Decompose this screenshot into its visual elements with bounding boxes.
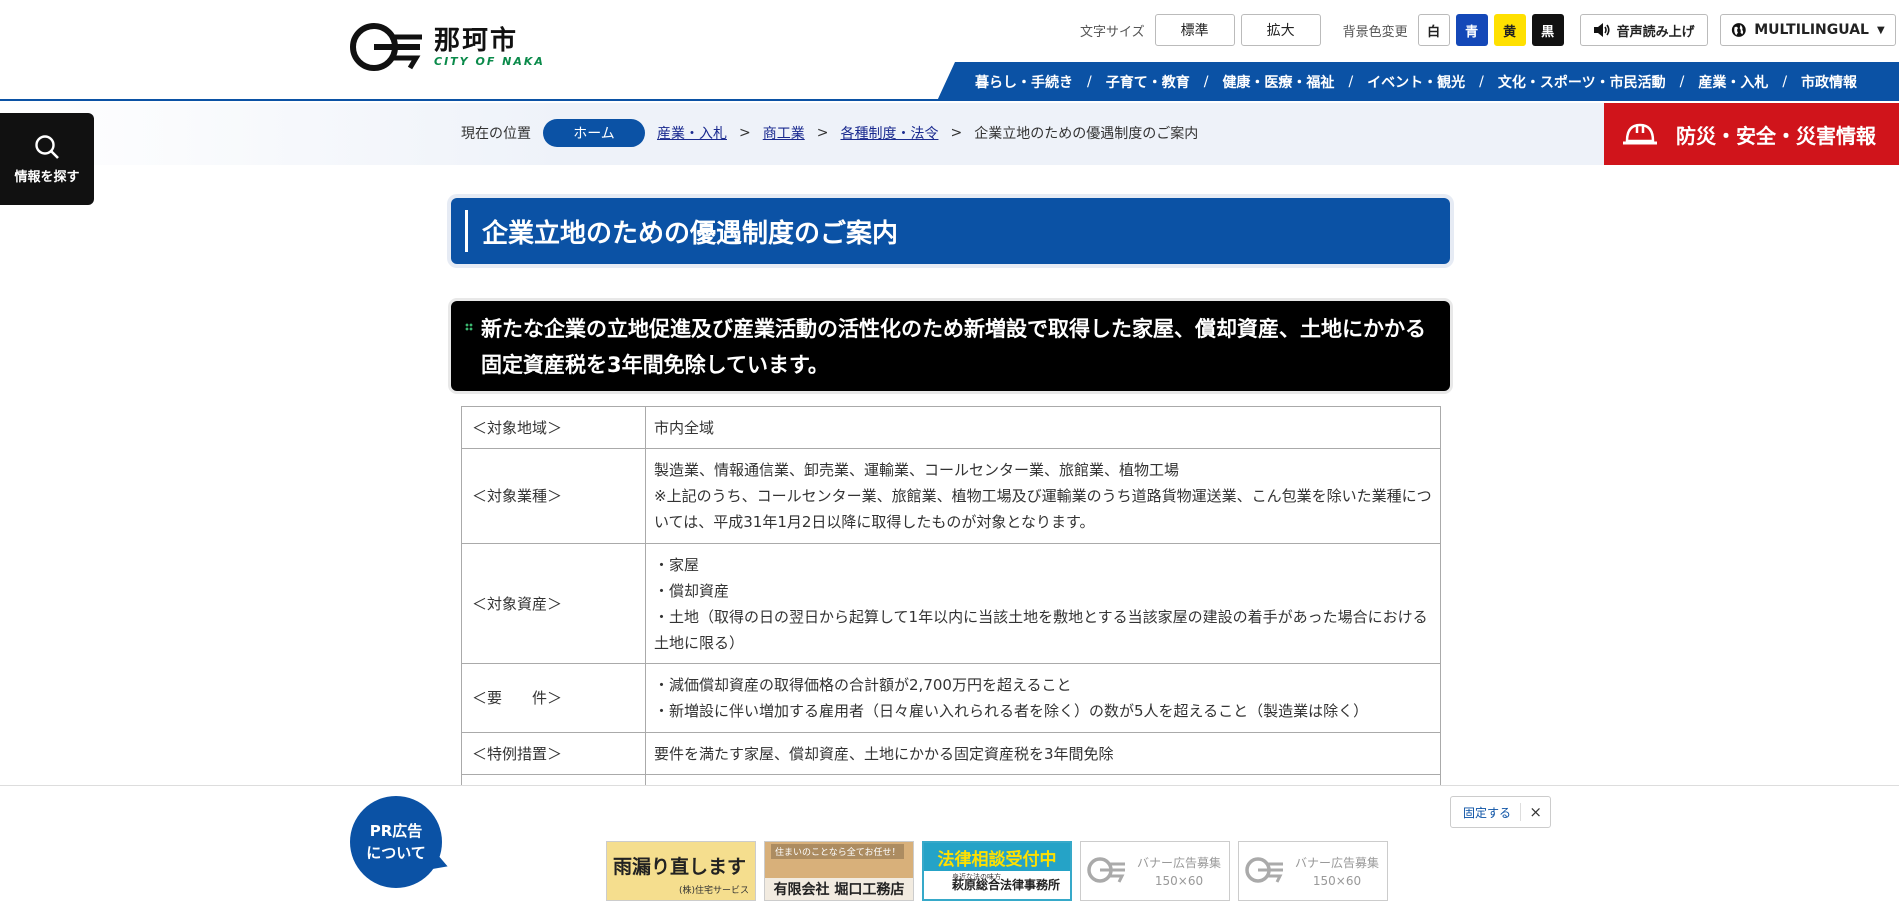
- gnav-item-industry[interactable]: 産業・入札: [1698, 72, 1768, 92]
- city-logo-icon: [350, 23, 422, 71]
- table-row: ＜対象業種＞ 製造業、情報通信業、卸売業、運輸業、コールセンター業、旅館業、植物…: [461, 448, 1441, 544]
- find-info-button[interactable]: 情報を探す: [0, 113, 94, 205]
- table-row: ＜対象資産＞ ・家屋 ・償却資産 ・土地（取得の日の翌日から起算して1年以内に当…: [461, 543, 1441, 664]
- breadcrumb-home[interactable]: ホーム: [543, 119, 645, 147]
- voice-label: 音声読み上げ: [1616, 24, 1695, 40]
- multilingual-label: MULTILINGUAL: [1754, 22, 1869, 38]
- table-row: ＜要 件＞ ・減価償却資産の取得価格の合計額が2,700万円を超えること ・新増…: [461, 663, 1441, 733]
- voice-readout-button[interactable]: 音声読み上げ: [1579, 14, 1708, 46]
- font-size-standard-button[interactable]: 標準: [1154, 14, 1235, 46]
- close-icon[interactable]: ×: [1520, 803, 1542, 821]
- helmet-icon: [1623, 123, 1657, 145]
- bg-yellow-button[interactable]: 黄: [1493, 14, 1526, 46]
- speaker-icon: [1593, 23, 1610, 37]
- breadcrumb-item-systems[interactable]: 各種制度・法令: [840, 123, 938, 143]
- section-heading-text: 新たな企業の立地促進及び産業活動の活性化のため新増設で取得した家屋、償却資産、土…: [481, 317, 1426, 377]
- table-key: ＜対象資産＞: [461, 543, 646, 664]
- global-nav: 暮らし・手続き / 子育て・教育 / 健康・医療・福祉 / イベント・観光 / …: [937, 62, 1899, 101]
- bg-color-label: 背景色変更: [1342, 24, 1408, 40]
- gnav-item-childcare[interactable]: 子育て・教育: [1106, 72, 1190, 92]
- pin-label: 固定する: [1463, 805, 1512, 820]
- table-value: 市内全域: [645, 406, 1441, 449]
- heading-bullet-icon: [465, 323, 473, 331]
- bg-white-button[interactable]: 白: [1417, 14, 1450, 46]
- banner-ad[interactable]: 法律相談受付中 身近な法の味方 萩原総合法律事務所: [922, 841, 1072, 901]
- gnav-item-govinfo[interactable]: 市政情報: [1801, 72, 1857, 92]
- page-title: 企業立地のための優遇制度のご案内: [451, 198, 1450, 264]
- city-logo-icon: [1087, 857, 1125, 883]
- table-value: 製造業、情報通信業、卸売業、運輸業、コールセンター業、旅館業、植物工場 ※上記の…: [645, 448, 1441, 544]
- bg-black-button[interactable]: 黒: [1531, 14, 1564, 46]
- search-icon: [35, 134, 59, 159]
- bg-blue-button[interactable]: 青: [1455, 14, 1488, 46]
- banner-ad-placeholder[interactable]: バナー広告募集 150×60: [1238, 841, 1388, 901]
- font-size-large-button[interactable]: 拡大: [1240, 14, 1321, 46]
- table-key: ＜特例措置＞: [461, 732, 646, 775]
- gnav-item-health[interactable]: 健康・医療・福祉: [1222, 72, 1334, 92]
- banner-ad[interactable]: 雨漏り直します (株)住宅サービス: [606, 841, 756, 901]
- page-title-text: 企業立地のための優遇制度のご案内: [482, 218, 899, 249]
- disaster-info-button[interactable]: 防災・安全・災害情報: [1604, 103, 1899, 165]
- find-info-label: 情報を探す: [14, 169, 80, 185]
- gnav-item-events[interactable]: イベント・観光: [1367, 72, 1465, 92]
- logo-subtitle: CITY OF NAKA: [434, 54, 545, 68]
- incentive-table: ＜対象地域＞ 市内全域 ＜対象業種＞ 製造業、情報通信業、卸売業、運輸業、コール…: [461, 406, 1441, 815]
- utility-bar: 文字サイズ 標準 拡大 背景色変更 白 青 黄 黒 音声読み上げ MULTILI…: [1080, 14, 1896, 46]
- table-key: ＜対象地域＞: [461, 406, 646, 449]
- gnav-item-living[interactable]: 暮らし・手続き: [975, 72, 1073, 92]
- banner-ad-placeholder[interactable]: バナー広告募集 150×60: [1080, 841, 1230, 901]
- site-logo[interactable]: 那珂市 CITY OF NAKA: [350, 20, 545, 74]
- chevron-down-icon: ▼: [1876, 24, 1885, 36]
- disaster-label: 防災・安全・災害情報: [1676, 123, 1876, 148]
- table-value: ・家屋 ・償却資産 ・土地（取得の日の翌日から起算して1年以内に当該土地を敷地と…: [645, 543, 1441, 664]
- table-value: ・減価償却資産の取得価格の合計額が2,700万円を超えること ・新増設に伴い増加…: [645, 663, 1441, 733]
- banner-list: 雨漏り直します (株)住宅サービス 住まいのことなら全てお任せ！ 有限会社 堀口…: [606, 841, 1388, 901]
- globe-icon: [1731, 23, 1746, 37]
- table-key: ＜要 件＞: [461, 663, 646, 733]
- table-row: ＜対象地域＞ 市内全域: [461, 406, 1441, 449]
- breadcrumb-current: 企業立地のための優遇制度のご案内: [974, 126, 1199, 142]
- gnav-item-culture[interactable]: 文化・スポーツ・市民活動: [1498, 72, 1666, 92]
- font-size-label: 文字サイズ: [1080, 24, 1145, 40]
- table-row: ＜特例措置＞ 要件を満たす家屋、償却資産、土地にかかる固定資産税を3年間免除: [461, 732, 1441, 775]
- section-heading: 新たな企業の立地促進及び産業活動の活性化のため新増設で取得した家屋、償却資産、土…: [451, 301, 1450, 391]
- table-value: 要件を満たす家屋、償却資産、土地にかかる固定資産税を3年間免除: [645, 732, 1441, 775]
- breadcrumb: 現在の位置 ホーム 産業・入札 > 商工業 > 各種制度・法令 > 企業立地のた…: [461, 119, 1198, 147]
- pr-ad-info-button[interactable]: PR広告 について: [350, 796, 442, 888]
- table-key: ＜対象業種＞: [461, 448, 646, 544]
- multilingual-select[interactable]: MULTILINGUAL ▼: [1719, 14, 1896, 46]
- banner-ad[interactable]: 住まいのことなら全てお任せ！ 有限会社 堀口工務店: [764, 841, 914, 901]
- breadcrumb-item-commerce[interactable]: 商工業: [763, 123, 805, 143]
- pin-ad-bar-button[interactable]: 固定する ×: [1450, 796, 1551, 828]
- logo-name: 那珂市: [434, 25, 519, 56]
- breadcrumb-item-industry[interactable]: 産業・入札: [657, 123, 727, 143]
- breadcrumb-label: 現在の位置: [461, 126, 531, 142]
- site-header: 那珂市 CITY OF NAKA 文字サイズ 標準 拡大 背景色変更 白 青 黄…: [0, 0, 1899, 101]
- city-logo-icon: [1245, 857, 1283, 883]
